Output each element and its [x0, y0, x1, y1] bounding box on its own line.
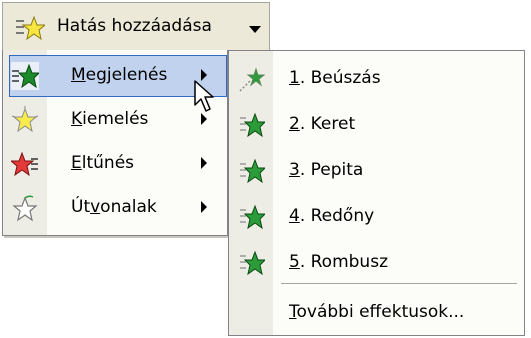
add-effect-label: Hatás hozzáadása: [57, 16, 212, 36]
menu-item-label: Megjelenés: [71, 65, 168, 85]
entrance-star-icon: [11, 62, 39, 90]
checkerboard-effect-icon: [240, 158, 265, 184]
submenu-item-label: 5. Rombusz: [289, 252, 388, 272]
menu-item-motion-paths[interactable]: Útvonalak: [3, 186, 227, 230]
entrance-effects-submenu: 1. Beúszás 2. Keret 3. Pepita 4. Redőny: [228, 50, 525, 336]
emphasis-star-icon: [11, 106, 39, 133]
submenu-item-fly-in[interactable]: 1. Beúszás: [229, 57, 524, 101]
submenu-item-label: 2. Keret: [289, 114, 356, 134]
dropdown-arrow-icon[interactable]: [249, 26, 261, 33]
menu-item-label: Kiemelés: [71, 109, 149, 129]
menu-item-label: Útvonalak: [71, 197, 157, 217]
menu-item-label: Eltűnés: [71, 153, 135, 173]
menu-item-exit[interactable]: Eltűnés: [3, 142, 227, 186]
submenu-item-diamond[interactable]: 5. Rombusz: [229, 241, 524, 285]
exit-star-icon: [11, 151, 38, 177]
submenu-arrow-icon: [201, 157, 207, 169]
submenu-item-label: 1. Beúszás: [289, 68, 381, 88]
submenu-item-label: További effektusok...: [289, 302, 465, 322]
submenu-item-label: 3. Pepita: [289, 160, 364, 180]
box-effect-icon: [240, 112, 265, 138]
add-effect-star-icon: [16, 15, 45, 41]
submenu-item-more-effects[interactable]: További effektusok...: [229, 291, 524, 335]
fly-in-effect-icon: [239, 67, 265, 92]
submenu-arrow-icon: [201, 113, 207, 125]
diamond-effect-icon: [240, 250, 265, 276]
add-effect-button[interactable]: Hatás hozzáadása: [2, 2, 270, 50]
blinds-effect-icon: [240, 204, 265, 230]
submenu-item-checkerboard[interactable]: 3. Pepita: [229, 149, 524, 193]
submenu-arrow-icon: [201, 201, 207, 213]
submenu-item-box[interactable]: 2. Keret: [229, 103, 524, 147]
effect-type-menu: Megjelenés Kiemelés Eltűnés Útvonalak: [2, 50, 228, 236]
submenu-item-label: 4. Redőny: [289, 206, 375, 226]
motion-path-star-icon: [12, 195, 38, 222]
mouse-cursor-icon: [194, 80, 214, 112]
submenu-item-blinds[interactable]: 4. Redőny: [229, 195, 524, 239]
menu-separator: [281, 283, 517, 284]
